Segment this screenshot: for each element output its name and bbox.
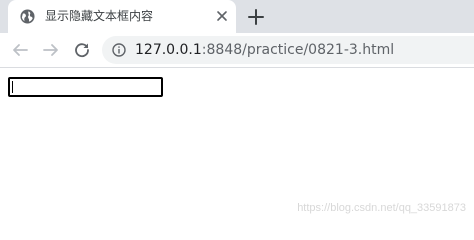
close-icon[interactable] xyxy=(216,10,228,22)
arrow-right-icon[interactable] xyxy=(42,41,60,59)
url-path: :8848/practice/0821-3.html xyxy=(201,42,395,58)
tab-title: 显示隐藏文本框内容 xyxy=(45,9,154,23)
page-content: https://blog.csdn.net/qq_33591873 xyxy=(0,68,474,220)
reload-icon[interactable] xyxy=(73,41,91,59)
plus-icon[interactable] xyxy=(246,7,266,27)
tab-strip: 显示隐藏文本框内容 xyxy=(0,0,474,33)
text-caret xyxy=(12,81,13,93)
globe-icon xyxy=(20,9,35,24)
info-icon[interactable] xyxy=(112,43,126,57)
text-input[interactable] xyxy=(8,77,163,97)
url-host: 127.0.0.1 xyxy=(135,42,202,58)
browser-tab[interactable]: 显示隐藏文本框内容 xyxy=(8,0,236,33)
browser-toolbar: 127.0.0.1:8848/practice/0821-3.html xyxy=(0,33,474,68)
arrow-left-icon[interactable] xyxy=(11,41,29,59)
url-text[interactable]: 127.0.0.1:8848/practice/0821-3.html xyxy=(135,41,394,59)
watermark: https://blog.csdn.net/qq_33591873 xyxy=(297,202,466,214)
address-bar[interactable]: 127.0.0.1:8848/practice/0821-3.html xyxy=(102,36,474,64)
